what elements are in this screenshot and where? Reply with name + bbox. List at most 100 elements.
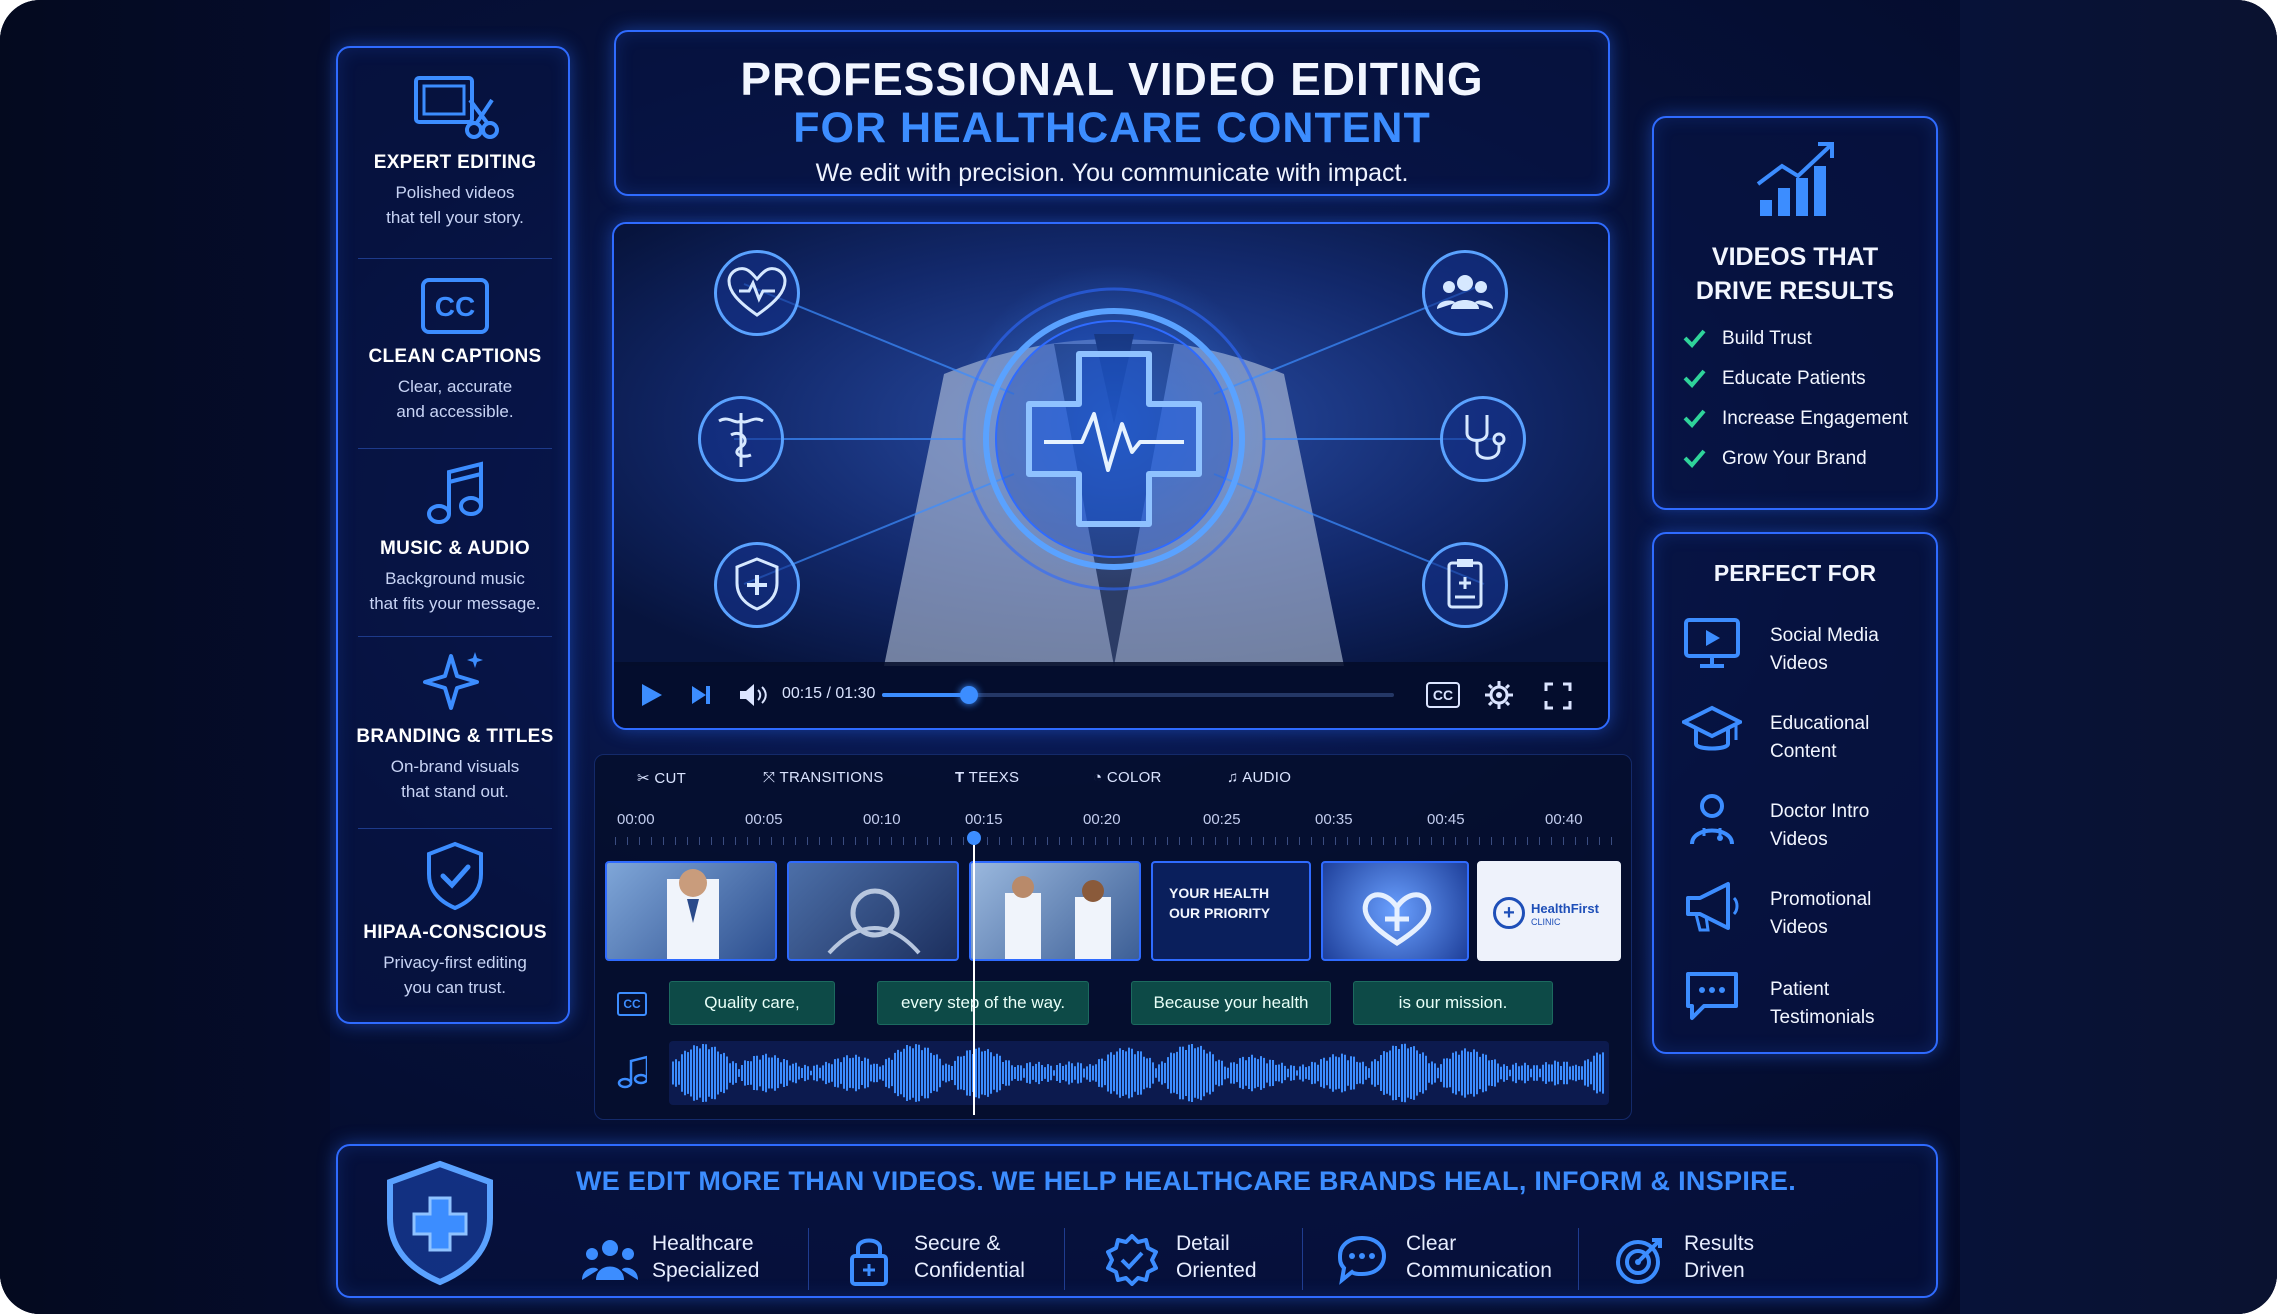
caption-block[interactable]: every step of the way.	[877, 981, 1089, 1025]
tool-transitions[interactable]: ⤧ TRANSITIONS	[763, 769, 884, 786]
feature-title: HIPAA-CONSCIOUS	[363, 922, 547, 943]
time-tick: 00:15	[965, 811, 1003, 828]
divider	[808, 1228, 809, 1290]
time-tick: 00:20	[1083, 811, 1121, 828]
progress-handle[interactable]	[960, 686, 979, 704]
graduation-cap-icon	[1682, 700, 1742, 760]
chart-growth-icon	[1752, 140, 1842, 220]
divider	[358, 828, 552, 829]
video-player[interactable]: 00:15 / 01:30 CC	[612, 222, 1610, 730]
tool-color[interactable]: ◔ COLOR	[1093, 769, 1162, 786]
feature-branding-titles: BRANDING & TITLES On-brand visuals that s…	[338, 648, 572, 804]
sparkle-icon	[338, 648, 572, 716]
time-tick: 00:00	[617, 811, 655, 828]
people-icon	[1422, 250, 1508, 336]
music-note-icon	[338, 460, 572, 528]
volume-icon[interactable]	[738, 682, 768, 708]
playhead[interactable]	[967, 831, 981, 1115]
feature-title: MUSIC & AUDIO	[380, 538, 530, 559]
feature-desc: On-brand visuals that stand out.	[390, 757, 520, 801]
page-title: PROFESSIONAL VIDEO EDITING	[740, 53, 1484, 105]
stethoscope-icon	[1440, 396, 1526, 482]
video-clip[interactable]	[605, 861, 777, 961]
time-tick: 00:40	[1545, 811, 1583, 828]
healthfirst-logo-icon: +	[1493, 897, 1525, 929]
player-controls: 00:15 / 01:30 CC	[614, 662, 1608, 728]
ruler	[615, 837, 1615, 845]
brand-sub: CLINIC	[1531, 917, 1561, 927]
perfect-for-item: Promotional Videos	[1682, 876, 1942, 946]
megaphone-icon	[1682, 876, 1742, 936]
brand-clip[interactable]: + HealthFirst CLINIC	[1477, 861, 1621, 961]
title-panel: PROFESSIONAL VIDEO EDITING FOR HEALTHCAR…	[614, 30, 1610, 196]
feature-desc: Clear, accurate and accessible.	[396, 377, 514, 421]
feature-expert-editing: EXPERT EDITING Polished videos that tell …	[338, 70, 572, 230]
tool-cut[interactable]: ✂ CUT	[637, 769, 686, 787]
music-track-icon	[617, 1055, 649, 1089]
skip-forward-icon[interactable]	[690, 684, 712, 706]
progress-track[interactable]	[882, 686, 1394, 704]
video-clip[interactable]	[1321, 861, 1469, 961]
feature-title: CLEAN CAPTIONS	[368, 346, 542, 367]
check-icon	[1682, 326, 1706, 356]
badge-check-icon	[1106, 1234, 1158, 1286]
poster-canvas: EXPERT EDITING Polished videos that tell …	[0, 0, 2277, 1314]
perfect-for-title: PERFECT FOR	[1713, 560, 1877, 586]
right-shadow	[1960, 0, 2277, 1314]
check-icon	[1682, 366, 1706, 396]
audio-note-icon: ♫	[1227, 769, 1239, 786]
brand-name: HealthFirst	[1531, 901, 1599, 916]
video-clip[interactable]	[969, 861, 1141, 961]
cc-button[interactable]: CC	[1426, 682, 1460, 708]
divider	[1302, 1228, 1303, 1290]
shield-plus-large-icon	[382, 1160, 498, 1286]
fullscreen-icon[interactable]	[1544, 682, 1572, 710]
settings-gear-icon[interactable]	[1484, 680, 1514, 710]
results-title: VIDEOS THAT DRIVE RESULTS	[1695, 243, 1895, 305]
scissors-icon: ✂	[637, 770, 650, 787]
time-tick: 00:45	[1427, 811, 1465, 828]
perfect-for-item: Educational Content	[1682, 700, 1942, 770]
caption-block[interactable]: is our mission.	[1353, 981, 1553, 1025]
lock-icon	[844, 1234, 894, 1286]
text-icon: T	[955, 769, 965, 786]
features-panel: EXPERT EDITING Polished videos that tell …	[336, 46, 570, 1024]
divider	[358, 258, 552, 259]
cc-track-icon: CC	[617, 992, 647, 1016]
check-icon	[1682, 406, 1706, 436]
clipboard-icon	[1422, 542, 1508, 628]
clip-title: YOUR HEALTH OUR PRIORITY	[1169, 885, 1271, 921]
time-tick: 00:05	[745, 811, 783, 828]
caption-block[interactable]: Quality care,	[669, 981, 835, 1025]
shield-check-icon	[338, 840, 572, 912]
play-icon[interactable]	[640, 682, 664, 708]
divider	[1064, 1228, 1065, 1290]
video-clip[interactable]	[787, 861, 959, 961]
perfect-for-item: Social Media Videos	[1682, 612, 1942, 682]
cc-icon: CC	[338, 276, 572, 336]
waveform-path	[672, 1043, 1604, 1103]
time-tick: 00:35	[1315, 811, 1353, 828]
tool-audio[interactable]: ♫ AUDIO	[1227, 769, 1291, 786]
chat-bubble-icon	[1682, 966, 1742, 1026]
feature-desc: Privacy-first editing you can trust.	[383, 953, 527, 997]
feature-clean-captions: CC CLEAN CAPTIONS Clear, accurate and acc…	[338, 276, 572, 424]
chat-icon	[1336, 1234, 1388, 1286]
shield-plus-icon	[714, 542, 800, 628]
waveform-graphic	[672, 1043, 1604, 1103]
feature-desc: Polished videos that tell your story.	[386, 183, 524, 227]
feature-title: EXPERT EDITING	[373, 152, 537, 173]
heart-pulse-icon	[714, 250, 800, 336]
divider	[358, 448, 552, 449]
team-icon	[582, 1234, 638, 1284]
film-scissors-icon	[338, 70, 572, 142]
feature-hipaa: HIPAA-CONSCIOUS Privacy-first editing you…	[338, 840, 572, 1000]
transitions-icon: ⤧	[763, 769, 776, 786]
playhead-handle[interactable]	[967, 831, 981, 845]
audio-waveform[interactable]	[669, 1041, 1609, 1105]
caption-block[interactable]: Because your health	[1131, 981, 1331, 1025]
color-icon: ◔	[1093, 769, 1103, 786]
doctor-icon	[1682, 788, 1742, 848]
tool-texts[interactable]: T TEEXS	[955, 769, 1019, 786]
title-clip[interactable]: YOUR HEALTH OUR PRIORITY	[1151, 861, 1311, 961]
